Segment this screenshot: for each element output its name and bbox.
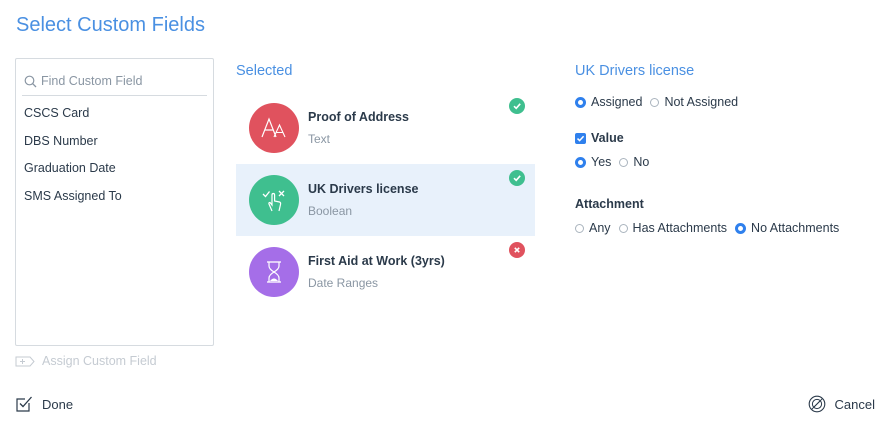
item-type: Date Ranges [308, 276, 379, 290]
radio-label: Any [589, 221, 611, 235]
selected-item-proof-of-address[interactable]: Proof of Address Text [236, 92, 535, 164]
radio-assigned[interactable]: Assigned [575, 95, 642, 109]
radio-no-attachments[interactable]: No Attachments [735, 221, 839, 235]
radio-button-selected[interactable] [575, 156, 586, 168]
radio-yes[interactable]: Yes [575, 155, 611, 169]
value-label: Value [591, 131, 624, 145]
radio-label: Not Assigned [664, 95, 739, 109]
available-fields-list: CSCS Card DBS Number Graduation Date SMS… [24, 105, 122, 215]
search-input[interactable] [37, 74, 201, 88]
radio-button[interactable] [618, 223, 628, 233]
cancel-button[interactable]: Cancel [808, 395, 875, 413]
checkbox-check-icon [16, 396, 32, 412]
radio-has-attachments[interactable]: Has Attachments [618, 221, 728, 235]
cancel-label: Cancel [834, 396, 875, 412]
value-checkbox[interactable]: Value [575, 131, 624, 145]
radio-any[interactable]: Any [575, 221, 611, 235]
item-name: Proof of Address [308, 110, 409, 124]
done-label: Done [42, 396, 74, 412]
done-button[interactable]: Done [15, 395, 73, 413]
dialog-title: Select Custom Fields [16, 14, 205, 36]
assign-button-label: Assign Custom Field [42, 354, 157, 368]
list-item[interactable]: Graduation Date [24, 160, 122, 188]
radio-button-selected[interactable] [735, 222, 747, 234]
hourglass-icon [249, 247, 299, 297]
radio-button[interactable] [650, 97, 660, 107]
selected-heading: Selected [236, 63, 293, 79]
list-item[interactable]: CSCS Card [24, 105, 122, 133]
detail-title: UK Drivers license [575, 63, 695, 79]
available-fields-panel: CSCS Card DBS Number Graduation Date SMS… [15, 58, 214, 346]
search-icon [24, 75, 37, 87]
check-circle-icon [509, 98, 525, 114]
selected-item-first-aid[interactable]: First Aid at Work (3yrs) Date Ranges [236, 236, 535, 308]
radio-label: No [633, 155, 650, 169]
text-icon [249, 103, 299, 153]
radio-not-assigned[interactable]: Not Assigned [650, 95, 738, 109]
item-type: Boolean [308, 204, 353, 218]
radio-button[interactable] [575, 223, 584, 233]
tag-plus-icon [15, 356, 35, 366]
radio-label: Has Attachments [632, 221, 728, 235]
radio-label: No Attachments [751, 221, 840, 235]
radio-no[interactable]: No [619, 155, 649, 169]
attachment-radio-group: Any Has Attachments No Attachments [575, 221, 847, 235]
item-name: UK Drivers license [308, 182, 419, 196]
attachment-label: Attachment [575, 197, 644, 211]
radio-button[interactable] [619, 157, 629, 167]
radio-label: Yes [591, 155, 612, 169]
item-type: Text [308, 132, 331, 146]
close-circle-icon [509, 242, 525, 258]
list-item[interactable]: SMS Assigned To [24, 188, 122, 216]
item-name: First Aid at Work (3yrs) [308, 254, 445, 268]
list-item[interactable]: DBS Number [24, 133, 122, 161]
radio-label: Assigned [591, 95, 643, 109]
value-radio-group: Yes No [575, 155, 657, 169]
touch-check-icon [249, 175, 299, 225]
selected-item-uk-drivers-license[interactable]: UK Drivers license Boolean [236, 164, 535, 236]
search-bar [22, 67, 207, 96]
check-circle-icon [509, 170, 525, 186]
assignment-radio-group: Assigned Not Assigned [575, 95, 746, 109]
assign-custom-field-button[interactable]: Assign Custom Field [15, 354, 157, 368]
checkbox-checked-icon[interactable] [575, 132, 586, 144]
radio-button-selected[interactable] [575, 96, 586, 108]
cancel-circle-icon [808, 395, 825, 413]
